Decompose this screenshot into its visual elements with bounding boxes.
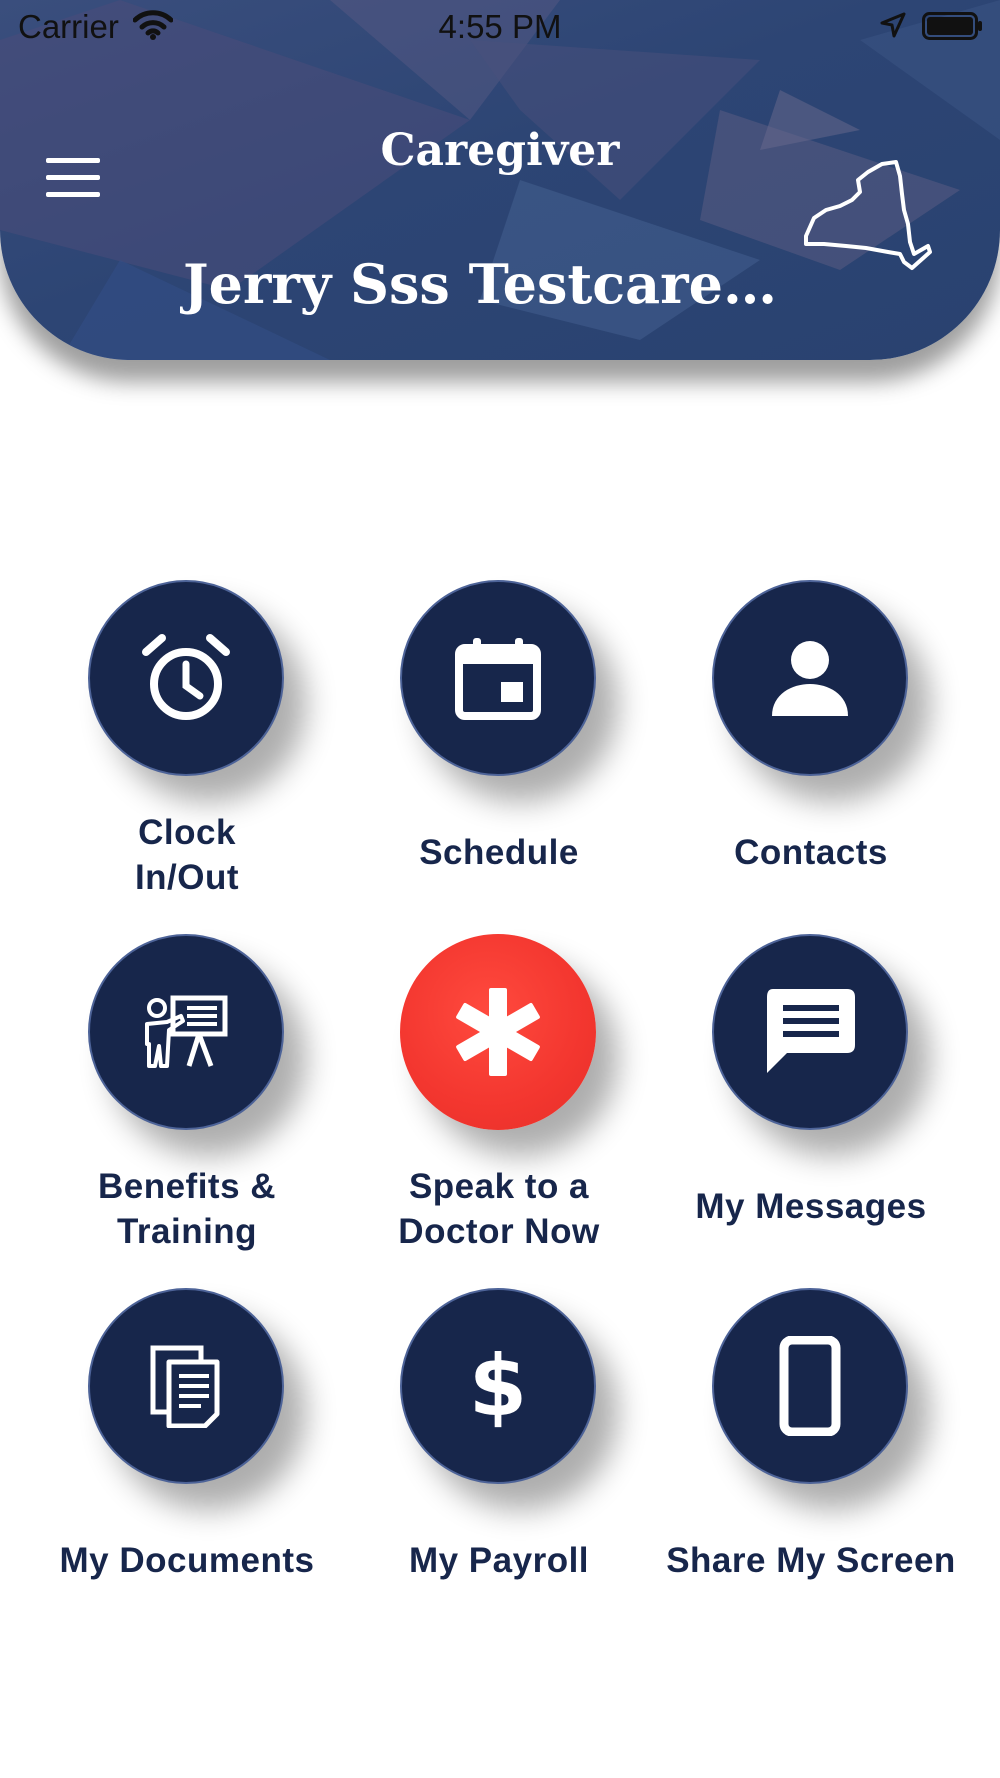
new-york-state-outline-icon (804, 160, 932, 270)
share-my-screen-button[interactable]: Share My Screen (646, 1288, 958, 1618)
alarm-clock-icon (142, 634, 230, 720)
message-bubble-icon (767, 989, 855, 1073)
dollar-icon: $ (468, 1337, 528, 1435)
benefits-training-circle[interactable] (88, 934, 284, 1130)
status-time: 4:55 PM (438, 8, 562, 45)
my-payroll-label: My Payroll (408, 1541, 590, 1580)
clock-in-out-label-line2: In/Out (134, 858, 240, 897)
clock-in-out-button[interactable]: Clock In/Out (22, 580, 334, 910)
contacts-circle[interactable] (712, 580, 908, 776)
schedule-button[interactable]: Schedule (334, 580, 646, 910)
benefits-training-label: Benefits & Training (22, 1164, 352, 1254)
medical-asterisk-icon (456, 988, 540, 1076)
my-payroll-circle[interactable]: $ (400, 1288, 596, 1484)
calendar-icon (455, 638, 541, 720)
mobile-phone-icon (779, 1336, 841, 1436)
schedule-circle[interactable] (400, 580, 596, 776)
speak-to-doctor-label-line2: Doctor Now (398, 1212, 600, 1251)
share-my-screen-label: Share My Screen (666, 1541, 956, 1580)
share-my-screen-circle[interactable] (712, 1288, 908, 1484)
training-presentation-icon (145, 995, 228, 1068)
benefits-training-button[interactable]: Benefits & Training (22, 934, 334, 1264)
speak-to-doctor-circle[interactable] (400, 934, 596, 1130)
my-messages-label: My Messages (695, 1187, 927, 1226)
user-name: Jerry Sss Testcare… (183, 252, 777, 316)
benefits-training-label-line2: Training (116, 1212, 258, 1251)
speak-to-doctor-label-line1: Speak to a (408, 1167, 590, 1206)
my-documents-button[interactable]: My Documents (22, 1288, 334, 1618)
documents-icon (150, 1345, 220, 1428)
location-arrow-icon (880, 12, 906, 38)
clock-in-out-label: Clock In/Out (22, 810, 352, 900)
clock-in-out-label-line1: Clock (138, 813, 236, 852)
status-bar: Carrier 4:55 PM (0, 0, 1000, 56)
my-messages-button[interactable]: My Messages (646, 934, 958, 1264)
speak-to-doctor-button[interactable]: Speak to a Doctor Now (334, 934, 646, 1264)
contacts-button[interactable]: Contacts (646, 580, 958, 910)
speak-to-doctor-label: Speak to a Doctor Now (334, 1164, 664, 1254)
benefits-training-label-line1: Benefits & (97, 1167, 277, 1206)
contacts-label: Contacts (734, 833, 888, 872)
battery-icon (922, 12, 982, 40)
my-documents-circle[interactable] (88, 1288, 284, 1484)
my-documents-label: My Documents (59, 1541, 315, 1580)
my-messages-circle[interactable] (712, 934, 908, 1130)
header: Carrier 4:55 PM Caregiver Jerry Sss Test… (0, 0, 1000, 360)
schedule-label: Schedule (419, 833, 579, 872)
my-payroll-button[interactable]: $ My Payroll (334, 1288, 646, 1618)
clock-in-out-circle[interactable] (88, 580, 284, 776)
person-icon (772, 641, 848, 716)
